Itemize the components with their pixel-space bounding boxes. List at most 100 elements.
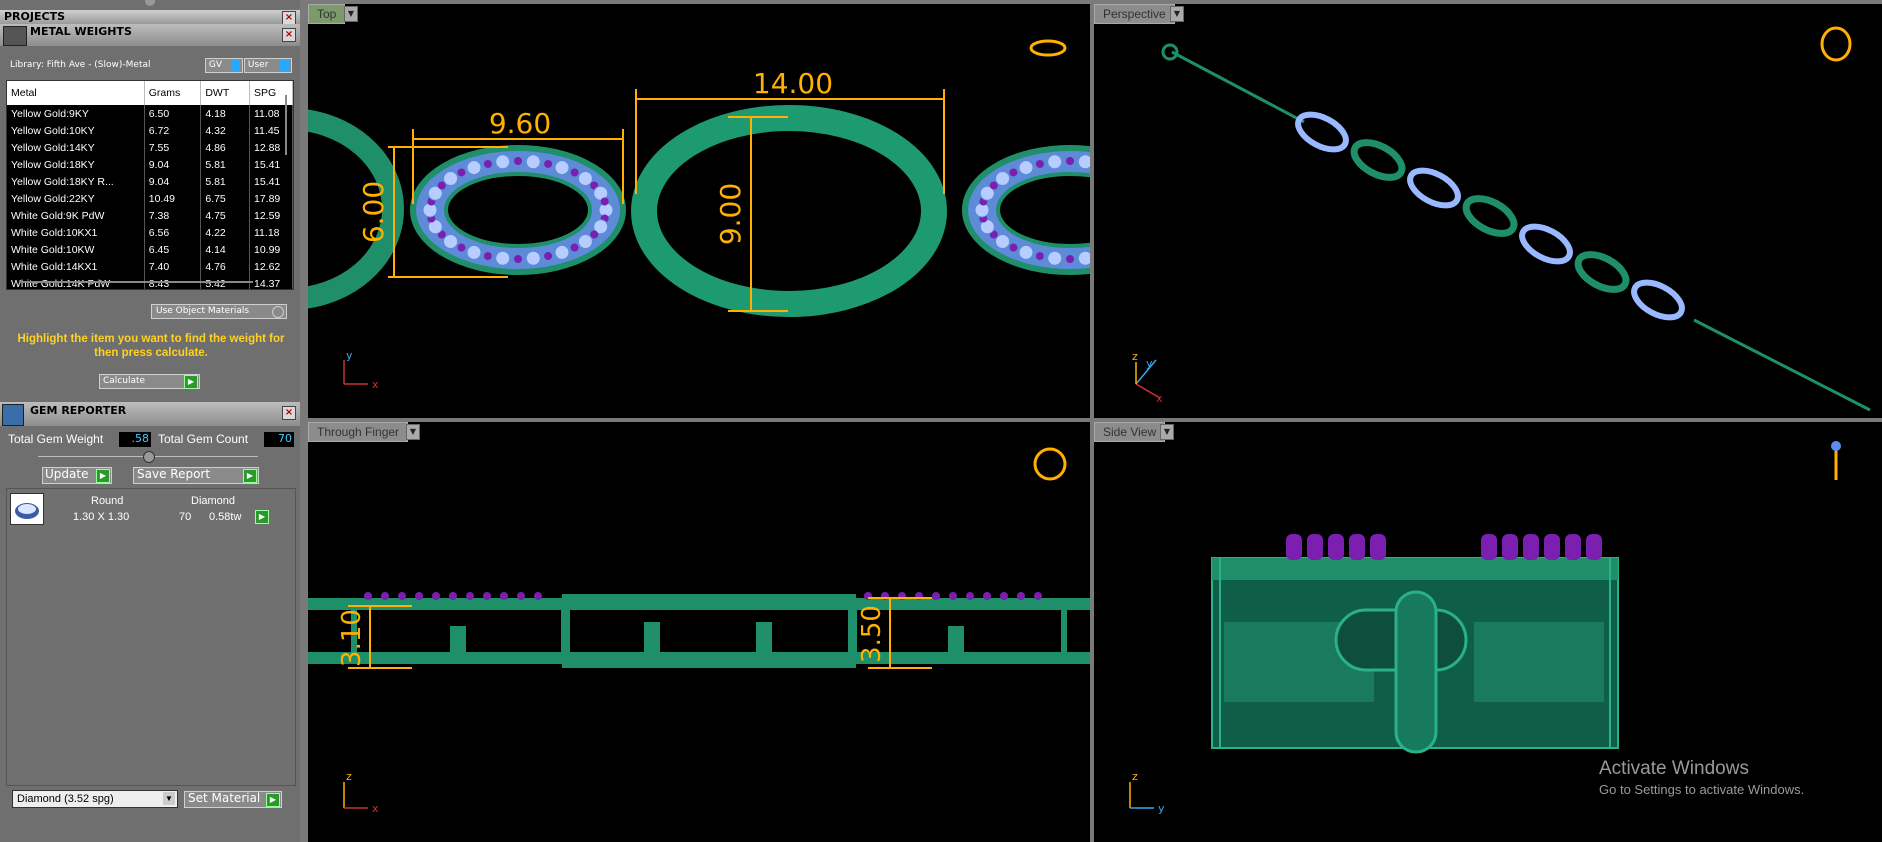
- collapse-handle[interactable]: [145, 0, 155, 6]
- update-label: Update: [45, 467, 89, 481]
- table-row[interactable]: Yellow Gold:14KY 7.55 4.86 12.88: [7, 139, 293, 156]
- calculate-label: Calculate: [103, 376, 146, 386]
- gem: [1047, 250, 1063, 266]
- axis-x-label: x: [1156, 392, 1163, 405]
- gem: [1586, 534, 1602, 560]
- viewport-perspective[interactable]: z y x Perspective ▼: [1094, 4, 1882, 418]
- save-report-button[interactable]: Save Report ▶: [133, 467, 259, 484]
- horizontal-scrollbar[interactable]: [19, 281, 253, 283]
- chain-link: [1407, 167, 1461, 209]
- column-header[interactable]: Metal: [7, 81, 145, 105]
- gem: [432, 592, 440, 600]
- chevron-down-icon[interactable]: ▼: [406, 424, 420, 440]
- user-toggle[interactable]: User: [244, 58, 292, 73]
- table-row[interactable]: Yellow Gold:10KY 6.72 4.32 11.45: [7, 122, 293, 139]
- close-icon[interactable]: ×: [282, 28, 296, 42]
- gem: [495, 154, 511, 170]
- gem: [495, 250, 511, 266]
- set-material-button[interactable]: Set Material ▶: [184, 791, 282, 808]
- viewport-top-title: Top: [317, 7, 337, 21]
- total-gem-count-label: Total Gem Count: [158, 432, 249, 446]
- chain-link: [1519, 223, 1573, 265]
- gem: [1077, 250, 1090, 266]
- chevron-down-icon[interactable]: ▼: [344, 6, 358, 22]
- gv-label: GV: [208, 60, 223, 70]
- accent-gem: [544, 159, 553, 168]
- metal-table-grid: Metal Grams DWT SPG Yellow Gold:9KY 6.50 4.18…: [7, 81, 293, 289]
- calculate-button[interactable]: Calculate ▶: [99, 374, 200, 389]
- accent-gem: [544, 252, 553, 261]
- viewport-top[interactable]: 9.60 14.00 6.00 9.00 y x Top ▼: [308, 4, 1090, 418]
- axis-x-label: x: [372, 378, 379, 391]
- viewport-side[interactable]: z y Side View ▼ Activate Windows Go to S…: [1094, 422, 1882, 842]
- table-cell: 4.32: [200, 122, 250, 139]
- gem-shape: Round: [91, 495, 124, 507]
- column-header[interactable]: DWT: [200, 81, 250, 105]
- table-row[interactable]: White Gold:10KW 6.45 4.14 10.99: [7, 241, 293, 258]
- gem: [466, 244, 482, 260]
- table-row[interactable]: Yellow Gold:18KY 9.04 5.81 15.41: [7, 156, 293, 173]
- chevron-down-icon[interactable]: ▼: [1170, 6, 1184, 22]
- gem: [932, 592, 940, 600]
- splitter-handle[interactable]: [143, 451, 155, 463]
- material-select[interactable]: Diamond (3.52 spg) ▼: [12, 790, 178, 808]
- viewport-label-top[interactable]: Top: [308, 4, 346, 24]
- table-cell: 17.89: [249, 190, 293, 207]
- gem-reporter-title: GEM REPORTER: [30, 404, 127, 417]
- accent-gem: [600, 197, 609, 206]
- table-cell: 9.04: [144, 156, 202, 173]
- table-row[interactable]: White Gold:9K PdW 7.38 4.75 12.59: [7, 207, 293, 224]
- accent-gem: [1009, 243, 1018, 252]
- table-cell: 12.59: [249, 207, 293, 224]
- viewport-label-perspective[interactable]: Perspective: [1094, 4, 1175, 24]
- gv-toggle[interactable]: GV: [205, 58, 243, 73]
- play-icon[interactable]: ▶: [255, 510, 269, 524]
- gem: [443, 171, 459, 187]
- table-row[interactable]: Yellow Gold:18KY R... 9.04 5.81 15.41: [7, 173, 293, 190]
- axis-y-label: y: [1146, 357, 1153, 370]
- viewport-label-through-finger[interactable]: Through Finger: [308, 422, 409, 442]
- table-cell: 12.62: [249, 258, 293, 275]
- table-row[interactable]: Yellow Gold:22KY 10.49 6.75 17.89: [7, 190, 293, 207]
- total-gem-weight-label: Total Gem Weight: [8, 432, 104, 446]
- table-cell: 14.37: [249, 275, 293, 289]
- use-object-materials-checkbox[interactable]: Use Object Materials: [151, 304, 287, 319]
- gem-size: 1.30 X 1.30: [73, 511, 130, 523]
- gem: [1017, 592, 1025, 600]
- accent-gem: [1035, 159, 1044, 168]
- play-icon: ▶: [266, 793, 280, 807]
- gem: [1018, 244, 1034, 260]
- axis-z-label: z: [346, 770, 352, 783]
- gem-group: [1286, 534, 1602, 560]
- gem: [1328, 534, 1344, 560]
- table-cell: Yellow Gold:18KY: [7, 156, 145, 173]
- diamond-icon[interactable]: [10, 493, 44, 525]
- close-icon[interactable]: ×: [282, 406, 296, 420]
- chevron-down-icon: ▼: [163, 792, 175, 805]
- table-cell: 6.75: [200, 190, 250, 207]
- metal-weights-title: METAL WEIGHTS: [30, 25, 132, 38]
- update-button[interactable]: Update ▶: [42, 467, 112, 484]
- chevron-down-icon[interactable]: ▼: [1160, 424, 1174, 440]
- table-row[interactable]: White Gold:10KX1 6.56 4.22 11.18: [7, 224, 293, 241]
- hint-text: Highlight the item you want to find the …: [17, 333, 285, 359]
- table-cell: 4.18: [200, 105, 250, 122]
- viewport-through-finger[interactable]: 3.10 3.50 z x Through Finger ▼: [308, 422, 1090, 842]
- viewport-label-side[interactable]: Side View: [1094, 422, 1166, 442]
- chain-links: [1295, 111, 1685, 321]
- column-header[interactable]: Grams: [144, 81, 202, 105]
- table-row[interactable]: White Gold:14KX1 7.40 4.76 12.62: [7, 258, 293, 275]
- chain-link: [1295, 111, 1349, 153]
- table-row[interactable]: Yellow Gold:9KY 6.50 4.18 11.08: [7, 105, 293, 122]
- gem: [1047, 154, 1063, 170]
- gem: [415, 592, 423, 600]
- vertical-scrollbar[interactable]: [285, 95, 287, 155]
- gv-indicator: [231, 60, 240, 71]
- table-cell: 4.14: [200, 241, 250, 258]
- gem: [995, 233, 1011, 249]
- table-cell: 6.45: [144, 241, 202, 258]
- axis-y-label: y: [346, 349, 353, 362]
- gem: [1000, 592, 1008, 600]
- close-icon[interactable]: ×: [282, 11, 296, 25]
- gem: [995, 171, 1011, 187]
